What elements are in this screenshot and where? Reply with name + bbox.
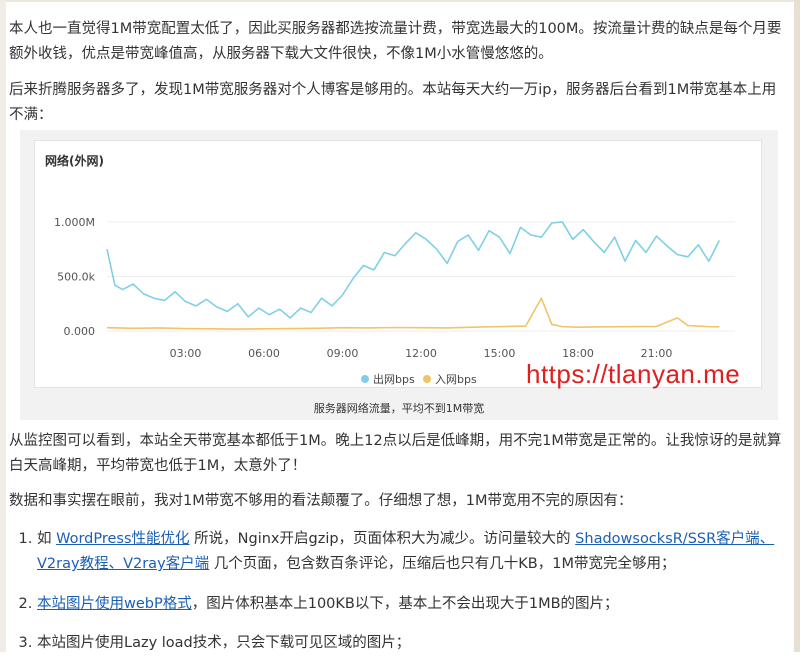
x-tick-label: 15:00 — [484, 347, 516, 360]
separator[interactable]: 、 — [760, 531, 775, 547]
x-tick-label: 03:00 — [170, 347, 202, 360]
separator[interactable]: 、 — [109, 556, 124, 572]
legend-dot — [423, 375, 431, 383]
x-tick-label: 06:00 — [248, 347, 280, 360]
legend-label: 入网bps — [435, 373, 477, 386]
x-tick-label: 09:00 — [327, 347, 359, 360]
legend-dot — [361, 375, 369, 383]
network-chart: 网络(外网) 0.000 500.0k 1.000M 03:00 06:00 09:00 12… — [45, 153, 735, 386]
list-text: ，图片体积基本上100KB以下，基本上不会出现大于1MB的图片； — [191, 596, 619, 612]
ssr-client-link[interactable]: ShadowsocksR/SSR客户端 — [575, 531, 760, 547]
chart-figure: 网络(外网) 0.000 500.0k 1.000M 03:00 06:00 09:00 12… — [20, 130, 778, 420]
wordpress-optimization-link[interactable]: WordPress性能优化 — [56, 531, 189, 547]
figure-caption: 服务器网络流量，平均不到1M带宽 — [313, 402, 485, 415]
list-text: 几个页面，包含数百条评论，压缩后也只有几十KB，1M带宽完全够用； — [209, 556, 676, 572]
v2ray-client-link[interactable]: V2ray客户端 — [123, 556, 209, 572]
chart-card: 网络(外网) 0.000 500.0k 1.000M 03:00 06:00 09:00 12… — [34, 140, 762, 389]
left-page-edge — [0, 0, 6, 652]
list-text: 本站图片使用Lazy load技术，只会下载可见区域的图片； — [37, 635, 411, 651]
paragraph-3: 从监控图可以看到，本站全天带宽基本都低于1M。晚上12点以后是低峰期，用不完1M… — [9, 433, 782, 474]
list-text: 所说，Nginx开启gzip，页面体积大为减少。访问量较大的 — [189, 531, 576, 547]
out-bps-line — [106, 221, 721, 319]
reasons-list: 如 WordPress性能优化 所说，Nginx开启gzip，页面体积大为减少。… — [9, 527, 788, 671]
paragraph-2: 后来折腾服务器多了，发现1M带宽服务器对个人博客是够用的。本站每天大约一万ip，… — [9, 82, 777, 123]
in-bps-line — [106, 297, 720, 330]
top-border — [0, 0, 800, 2]
y-tick-label: 0.000 — [64, 325, 96, 338]
list-text: 如 — [37, 531, 57, 547]
paragraph-4: 数据和事实摆在眼前，我对1M带宽不够用的看法颠覆了。仔细想了想，1M带宽用不完的… — [9, 493, 633, 509]
y-tick-label: 500.0k — [57, 270, 95, 283]
x-tick-label: 12:00 — [405, 347, 437, 360]
chart-title: 网络(外网) — [45, 153, 104, 168]
watermark: https://tlanyan.me — [526, 359, 741, 389]
list-item: 本站图片使用webP格式，图片体积基本上100KB以下，基本上不会出现大于1MB… — [37, 592, 788, 617]
list-item: 如 WordPress性能优化 所说，Nginx开启gzip，页面体积大为减少。… — [37, 527, 788, 577]
list-item: 本站图片使用Lazy load技术，只会下载可见区域的图片； — [37, 631, 788, 656]
legend-label: 出网bps — [373, 372, 415, 386]
v2ray-tutorial-link[interactable]: V2ray教程 — [37, 556, 109, 572]
paragraph-1: 本人也一直觉得1M带宽配置太低了，因此买服务器都选按流量计费，带宽选最大的100… — [9, 21, 782, 62]
right-page-edge — [794, 0, 800, 652]
webp-format-link[interactable]: 本站图片使用webP格式 — [37, 596, 192, 612]
y-tick-label: 1.000M — [54, 216, 95, 229]
